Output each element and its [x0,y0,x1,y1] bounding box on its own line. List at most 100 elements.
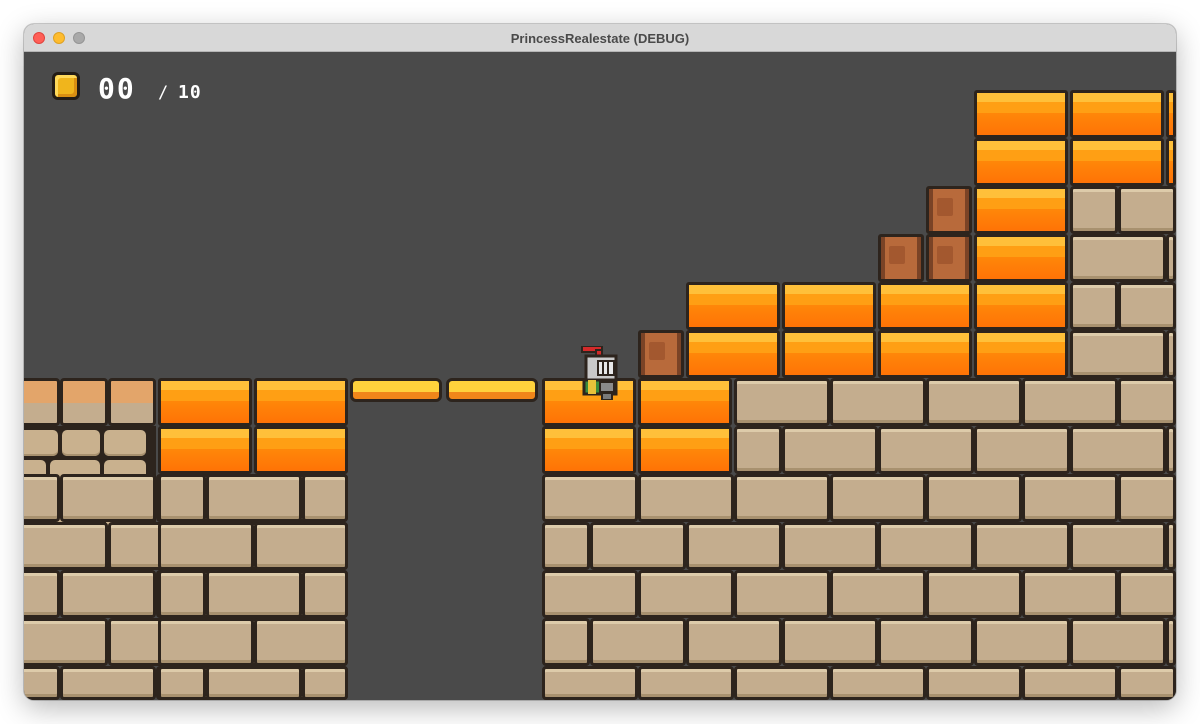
stone-brick-tile [878,522,974,570]
stone-brick-tile [24,618,108,666]
lava-tile [158,378,252,426]
stone-brick-tile [158,474,206,522]
stone-brick-tile [302,666,348,700]
stone-brick-tile [302,474,348,522]
stone-brick-tile [158,666,206,700]
lava-tile [974,282,1068,330]
stone-brick-tile [782,426,878,474]
stone-brick-tile [974,426,1070,474]
stone-brick-tile [734,570,830,618]
stone-brick-tile [542,666,638,700]
stone-brick-tile [1166,330,1176,378]
lava-tile [254,378,348,426]
stone-brick-tile [974,522,1070,570]
wooden-crate [926,234,972,282]
lava-tile [686,282,780,330]
stone-brick-tile [158,618,254,666]
stone-brick-tile [1166,618,1176,666]
stone-brick-tile [158,570,206,618]
stone-brick-tile [734,474,830,522]
lava-tile [254,426,348,474]
game-window: PrincessRealestate (DEBUG) 00 / 10 [24,24,1176,700]
stone-brick-tile [926,666,1022,700]
lava-tile [878,330,972,378]
stone-cap-tile [24,378,60,426]
stone-brick-tile [1070,234,1166,282]
stone-brick-tile [926,570,1022,618]
stone-brick-tile [24,666,60,700]
lava-tile [686,330,780,378]
coin-count-separator: / [158,83,169,103]
wooden-crate [926,186,972,234]
stone-brick-tile [1118,474,1176,522]
stone-brick-tile [1022,570,1118,618]
stone-brick-tile [542,570,638,618]
stone-brick-tile [1070,186,1118,234]
lava-tile [974,234,1068,282]
stone-brick-tile [1166,234,1176,282]
stone-brick-tile [638,666,734,700]
stone-brick-tile [830,474,926,522]
stone-brick-tile [1118,666,1176,700]
stone-brick-tile [782,618,878,666]
stone-brick-tile [1118,186,1176,234]
stone-brick-tile [1118,378,1176,426]
stone-brick-tile [542,618,590,666]
stone-brick-tile [686,618,782,666]
lava-tile [974,138,1068,186]
stone-brick-tile [1118,570,1176,618]
lava-tile [782,282,876,330]
lava-tile [782,330,876,378]
stone-brick-tile [734,426,782,474]
cobblestone [104,430,146,456]
stone-brick-tile [1022,474,1118,522]
stone-brick-tile [1166,426,1176,474]
stone-brick-tile [24,522,108,570]
stone-brick-tile [1070,282,1118,330]
coins-total-count: 10 [178,82,202,103]
stone-brick-tile [1022,666,1118,700]
wooden-crate [878,234,924,282]
stone-cap-tile [108,378,156,426]
lava-tile [158,426,252,474]
stone-brick-tile [878,618,974,666]
stone-brick-tile [1022,378,1118,426]
stone-brick-tile [542,522,590,570]
stone-brick-tile [830,666,926,700]
stone-brick-tile [638,570,734,618]
stone-brick-tile [254,618,348,666]
stone-brick-tile [590,618,686,666]
lava-tile [1070,90,1164,138]
coins-collected-count: 00 [98,72,136,105]
lava-tile [878,282,972,330]
stone-brick-tile [1070,522,1166,570]
lava-tile [1070,138,1164,186]
stone-brick-tile [206,666,302,700]
lava-tile [974,330,1068,378]
stone-brick-tile [1070,426,1166,474]
stone-brick-tile [926,378,1022,426]
game-viewport[interactable]: 00 / 10 [24,52,1176,700]
coin-icon [52,72,80,100]
cobblestone [24,430,58,456]
knight-player-sprite [581,346,618,400]
window-title: PrincessRealestate (DEBUG) [510,31,690,46]
lava-tile [542,426,636,474]
stone-brick-tile [60,570,156,618]
cobblestone [62,430,100,456]
stone-cap-tile [60,378,108,426]
lava-tile [1166,138,1176,186]
stone-brick-tile [542,474,638,522]
wooden-crate [638,330,684,378]
stone-brick-tile [60,474,156,522]
stone-brick-tile [734,666,830,700]
stone-brick-tile [206,570,302,618]
stone-brick-tile [638,474,734,522]
title-bar: PrincessRealestate (DEBUG) [24,24,1176,52]
stone-brick-tile [926,474,1022,522]
stone-brick-tile [590,522,686,570]
stone-brick-tile [1070,330,1166,378]
stone-brick-tile [878,426,974,474]
stone-brick-tile [974,618,1070,666]
bridge-platform [446,378,538,402]
